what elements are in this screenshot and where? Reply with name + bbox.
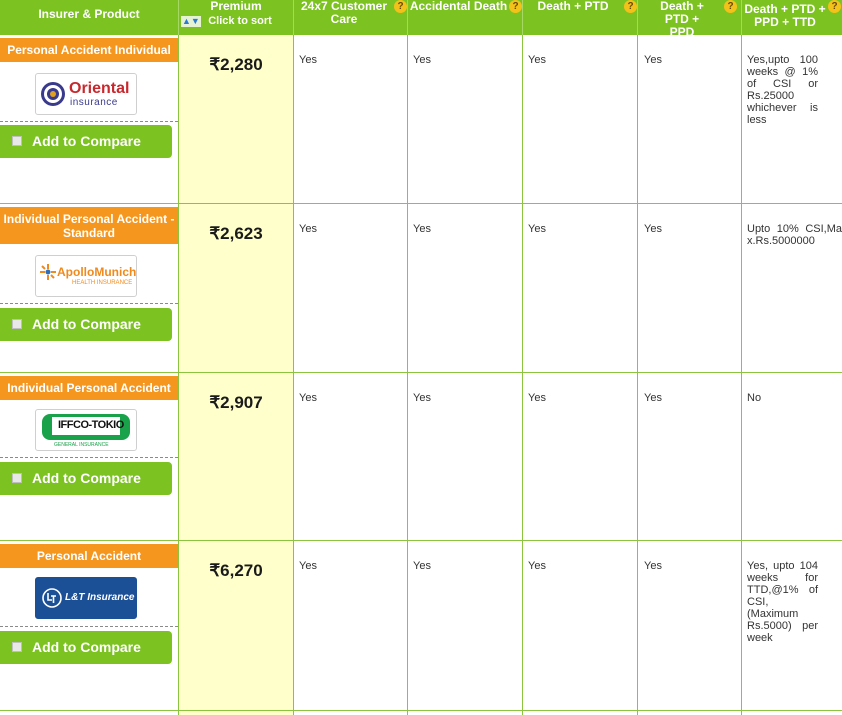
insurer-logo-iffco-tokio: IFFCO-TOKIO GENERAL INSURANCE (35, 409, 137, 451)
cell-death-ptd-ppd: Yes (644, 223, 662, 235)
header-customer-care: 24x7 Customer Care (300, 0, 388, 26)
product-name[interactable]: Personal Accident Individual (0, 38, 178, 62)
cell-death-ptd-ppd-ttd: Upto 10% CSI,Max.Rs.5000000 (747, 223, 842, 247)
divider (0, 303, 178, 304)
help-question-icon[interactable]: ? (509, 0, 522, 13)
premium-value: ₹6,270 (179, 561, 293, 581)
cell-customer-care: Yes (299, 392, 317, 404)
header-divider (637, 0, 638, 35)
cell-death-ptd: Yes (528, 223, 546, 235)
cell-death-ptd-ppd-ttd: No (747, 392, 762, 404)
add-to-compare-button[interactable]: Add to Compare (0, 308, 172, 341)
lt-emblem-icon (42, 588, 62, 608)
product-name[interactable]: Individual Personal Accident - Standard (0, 207, 178, 244)
divider (0, 457, 178, 458)
add-to-compare-button[interactable]: Add to Compare (0, 125, 172, 158)
premium-column (179, 35, 293, 715)
header-insurer-product: Insurer & Product (38, 7, 140, 21)
logo-subtext: insurance (70, 97, 118, 108)
premium-value: ₹2,280 (179, 55, 293, 75)
insurer-logo-oriental: Oriental insurance (35, 73, 137, 115)
compare-checkbox[interactable] (12, 136, 22, 146)
grid-line (407, 35, 408, 715)
compare-label: Add to Compare (32, 316, 141, 332)
logo-subtext: HEALTH INSURANCE (72, 280, 133, 286)
logo-text: IFFCO-TOKIO (58, 419, 124, 431)
add-to-compare-button[interactable]: Add to Compare (0, 631, 172, 664)
grid-line (637, 35, 638, 715)
help-question-icon[interactable]: ? (724, 0, 737, 13)
apollo-sun-icon (40, 264, 56, 280)
cell-accidental-death: Yes (413, 54, 431, 66)
cell-death-ptd-ppd: Yes (644, 392, 662, 404)
compare-label: Add to Compare (32, 133, 141, 149)
premium-amount: 2,280 (220, 55, 263, 74)
logo-text: ApolloMunich (57, 265, 137, 279)
cell-customer-care: Yes (299, 223, 317, 235)
insurer-logo-apollo-munich: ApolloMunich HEALTH INSURANCE (35, 255, 137, 297)
cell-death-ptd-ppd: Yes (644, 560, 662, 572)
sort-arrows-icon[interactable]: ▲▼ (181, 16, 201, 27)
header-accidental-death: Accidental Death (409, 0, 508, 13)
cell-accidental-death: Yes (413, 223, 431, 235)
header-death-ptd-ppd-ttd: Death + PTD + PPD + TTD (744, 2, 826, 29)
header-premium: Premium (210, 0, 262, 13)
divider (0, 626, 178, 627)
rupee-icon: ₹ (209, 224, 221, 243)
compare-label: Add to Compare (32, 470, 141, 486)
premium-amount: 2,623 (220, 224, 263, 243)
cell-accidental-death: Yes (413, 560, 431, 572)
compare-checkbox[interactable] (12, 319, 22, 329)
grid-line (178, 35, 179, 715)
logo-text: L&T Insurance (65, 592, 135, 603)
cell-death-ptd: Yes (528, 392, 546, 404)
compare-checkbox[interactable] (12, 642, 22, 652)
cell-death-ptd-ppd-ttd: Yes, upto 104 weeks for TTD,@1% of CSI, … (747, 560, 818, 644)
add-to-compare-button[interactable]: Add to Compare (0, 462, 172, 495)
premium-amount: 2,907 (220, 393, 263, 412)
grid-line (293, 35, 294, 715)
grid-line (522, 35, 523, 715)
cell-customer-care: Yes (299, 54, 317, 66)
product-name[interactable]: Personal Accident (0, 544, 178, 568)
header-death-ptd: Death + PTD (537, 0, 609, 13)
logo-text: Oriental (69, 80, 130, 97)
premium-amount: 6,270 (220, 561, 263, 580)
cell-death-ptd-ppd: Yes (644, 54, 662, 66)
header-death-ptd-ppd: Death + PTD + PPD (660, 0, 704, 39)
cell-death-ptd: Yes (528, 54, 546, 66)
cell-death-ptd: Yes (528, 560, 546, 572)
help-question-icon[interactable]: ? (624, 0, 637, 13)
help-question-icon[interactable]: ? (394, 0, 407, 13)
insurer-logo-lt: L&T Insurance (35, 577, 137, 619)
divider (0, 121, 178, 122)
rupee-icon: ₹ (209, 55, 221, 74)
cell-death-ptd-ppd-ttd: Yes,upto 100 weeks @ 1% of CSI or Rs.250… (747, 54, 818, 126)
product-name[interactable]: Individual Personal Accident (0, 376, 178, 400)
header-click-to-sort[interactable]: Click to sort (203, 15, 277, 29)
row-separator (0, 540, 842, 541)
comparison-header: Insurer & Product Premium ▲▼ Click to so… (0, 0, 842, 39)
row-separator (0, 372, 842, 373)
logo-subtext: GENERAL INSURANCE (54, 442, 109, 448)
rupee-icon: ₹ (209, 393, 221, 412)
compare-checkbox[interactable] (12, 473, 22, 483)
premium-value: ₹2,623 (179, 224, 293, 244)
row-separator (0, 710, 842, 711)
compare-label: Add to Compare (32, 639, 141, 655)
row-separator (0, 203, 842, 204)
help-question-icon[interactable]: ? (828, 0, 841, 13)
premium-value: ₹2,907 (179, 393, 293, 413)
rupee-icon: ₹ (209, 561, 221, 580)
cell-accidental-death: Yes (413, 392, 431, 404)
cell-customer-care: Yes (299, 560, 317, 572)
grid-line (741, 35, 742, 715)
